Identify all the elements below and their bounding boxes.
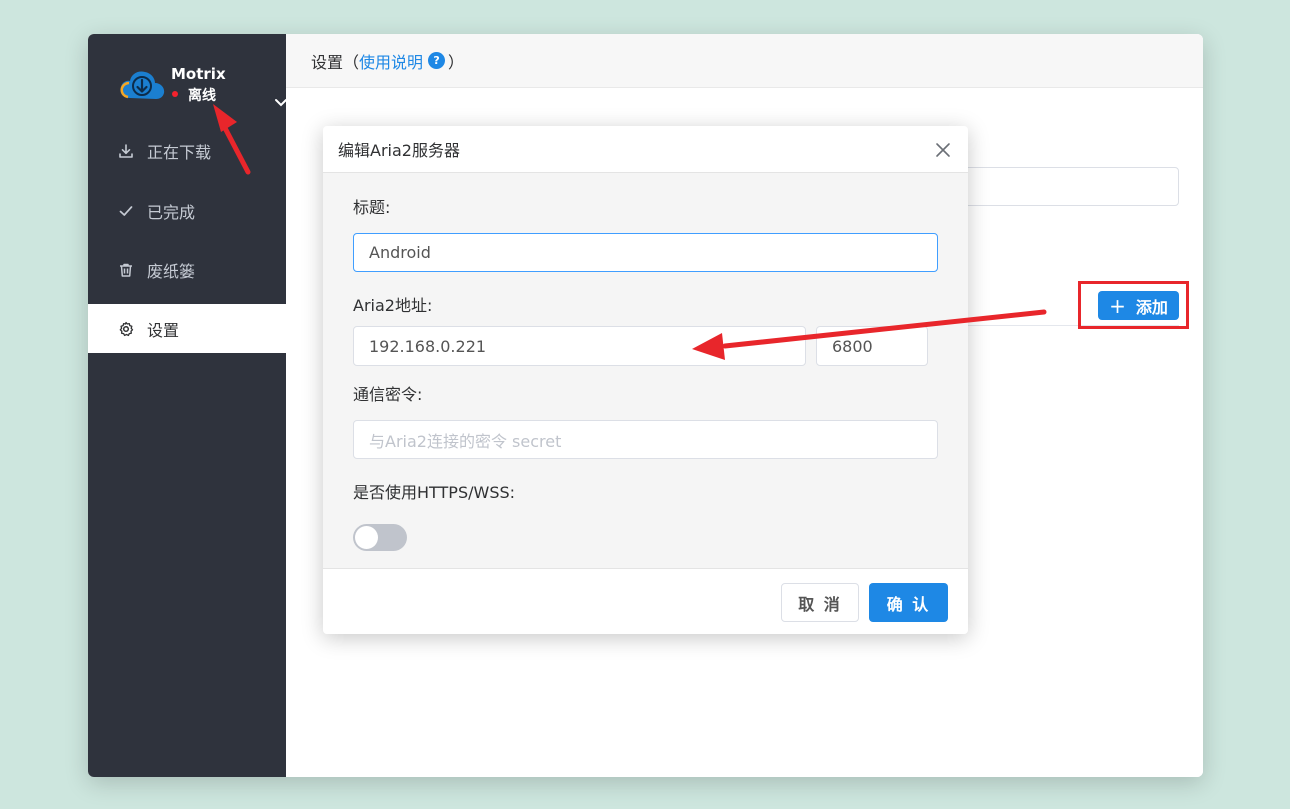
https-label: 是否使用HTTPS/WSS: <box>353 483 516 502</box>
brand-menu[interactable]: Motrix 离线 <box>118 64 287 110</box>
host-input[interactable]: 192.168.0.221 <box>353 326 806 366</box>
annotation-highlight-box <box>1078 281 1189 329</box>
title-label: 标题: <box>353 198 391 217</box>
close-icon[interactable] <box>935 142 951 158</box>
check-icon <box>118 203 134 219</box>
help-link[interactable]: 使用说明 <box>359 49 423 73</box>
gear-icon <box>118 321 134 337</box>
dialog-footer: 取 消 确 认 <box>323 568 968 634</box>
title-input-value: Android <box>369 243 431 262</box>
address-label: Aria2地址: <box>353 296 433 315</box>
cancel-button[interactable]: 取 消 <box>781 583 859 622</box>
confirm-button[interactable]: 确 认 <box>869 583 948 622</box>
port-input[interactable]: 6800 <box>816 326 928 366</box>
status-indicator <box>172 91 178 97</box>
secret-label: 通信密令: <box>353 385 423 404</box>
motrix-logo-icon <box>120 71 165 99</box>
secret-input-placeholder: 与Aria2连接的密令 secret <box>369 431 562 451</box>
page-header: 设置 （ 使用说明 ? ） <box>286 34 1203 88</box>
open-paren: （ <box>343 52 360 72</box>
download-icon <box>118 143 134 159</box>
secret-input[interactable]: 与Aria2连接的密令 secret <box>353 420 938 459</box>
toggle-knob <box>355 526 378 549</box>
page-title: 设置 <box>311 52 344 72</box>
sidebar-item-label: 废纸篓 <box>147 261 196 281</box>
title-input[interactable]: Android <box>353 233 938 272</box>
sidebar: Motrix 离线 正在下载 已完成 废纸篓 设置 <box>88 34 287 777</box>
port-input-value: 6800 <box>832 336 873 356</box>
help-icon[interactable]: ? <box>428 52 446 69</box>
app-name: Motrix <box>171 65 226 83</box>
edit-server-dialog: 编辑Aria2服务器 标题: Android Aria2地址: 192.168.… <box>323 126 968 634</box>
sidebar-item-completed[interactable]: 已完成 <box>88 186 286 235</box>
dialog-title: 编辑Aria2服务器 <box>338 141 460 160</box>
trash-icon <box>118 262 134 278</box>
sidebar-item-label: 设置 <box>147 320 180 340</box>
close-paren: ） <box>448 52 465 72</box>
https-toggle[interactable] <box>353 524 407 551</box>
sidebar-item-label: 正在下载 <box>147 142 212 162</box>
sidebar-item-trash[interactable]: 废纸篓 <box>88 245 286 294</box>
sidebar-item-settings[interactable]: 设置 <box>88 304 286 353</box>
sidebar-item-label: 已完成 <box>147 202 196 222</box>
connection-status: 离线 <box>188 88 216 104</box>
host-input-value: 192.168.0.221 <box>369 336 487 356</box>
dialog-header: 编辑Aria2服务器 <box>323 126 968 173</box>
sidebar-item-downloading[interactable]: 正在下载 <box>88 126 286 175</box>
